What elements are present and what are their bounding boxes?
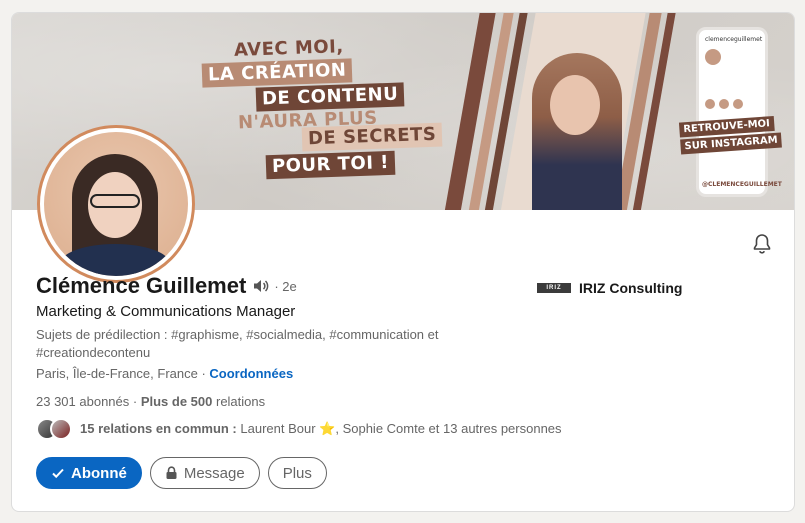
star-emoji-icon: ⭐ — [319, 421, 336, 436]
name-row: Clémence Guillemet · 2e — [36, 273, 297, 299]
contact-info-link[interactable]: Coordonnées — [209, 366, 293, 381]
more-button[interactable]: Plus — [267, 457, 327, 489]
mutual-connections-text: 15 relations en commun : Laurent Bour ⭐,… — [80, 421, 562, 437]
banner-instagram-callout: RETROUVE-MOI SUR INSTAGRAM — [678, 115, 783, 157]
following-button[interactable]: Abonné — [36, 457, 142, 489]
banner-insta-handle: @CLEMENCEGUILLEMET — [702, 181, 782, 188]
banner-slogan-line: POUR TOI ! — [265, 150, 396, 180]
current-company[interactable]: IRIZ IRIZ Consulting — [537, 280, 682, 296]
connections-suffix: relations — [212, 394, 266, 409]
mutual-rest: , Sophie Comte et 13 autres personnes — [335, 421, 562, 436]
banner-phone-mockup: clemenceguillemet — [696, 27, 768, 197]
lock-icon — [165, 466, 178, 480]
mutual-avatar — [50, 418, 72, 440]
profile-actions: Abonné Message Plus — [36, 457, 327, 489]
profile-card: AVEC MOI, LA CRÉATION DE CONTENU N'AURA … — [11, 12, 795, 512]
message-button[interactable]: Message — [149, 457, 260, 489]
mutual-count: 15 relations en commun : — [80, 421, 237, 436]
connections-count[interactable]: Plus de 500 — [141, 394, 213, 409]
profile-name: Clémence Guillemet — [36, 273, 247, 298]
speaker-icon[interactable] — [252, 277, 270, 295]
profile-avatar[interactable] — [37, 125, 195, 283]
profile-headline: Marketing & Communications Manager — [36, 303, 296, 320]
mutual-connections[interactable]: 15 relations en commun : Laurent Bour ⭐,… — [36, 418, 562, 440]
followers-count: 23 301 abonnés — [36, 394, 130, 409]
profile-location: Paris, Île-de-France, France — [36, 366, 198, 381]
location-separator: · — [197, 366, 210, 381]
more-button-label: Plus — [282, 464, 312, 482]
stats-row: 23 301 abonnés · Plus de 500 relations — [36, 394, 265, 409]
check-icon — [51, 466, 65, 480]
banner-person-face — [550, 75, 600, 135]
stats-separator: · — [129, 394, 141, 409]
connection-degree: · 2e — [274, 278, 297, 294]
mutual-first-name: Laurent Bour — [236, 421, 320, 436]
location-row: Paris, Île-de-France, France · Coordonné… — [36, 366, 293, 381]
following-button-label: Abonné — [71, 464, 127, 482]
bell-icon[interactable] — [750, 232, 774, 256]
banner-slogan-line: DE SECRETS — [301, 122, 443, 152]
company-logo: IRIZ — [537, 283, 571, 293]
message-button-label: Message — [183, 464, 245, 482]
company-name: IRIZ Consulting — [579, 280, 683, 296]
phone-handle: clemenceguillemet — [705, 36, 763, 43]
avatar-photo — [44, 132, 188, 276]
profile-topics: Sujets de prédilection : #graphisme, #so… — [36, 327, 439, 360]
